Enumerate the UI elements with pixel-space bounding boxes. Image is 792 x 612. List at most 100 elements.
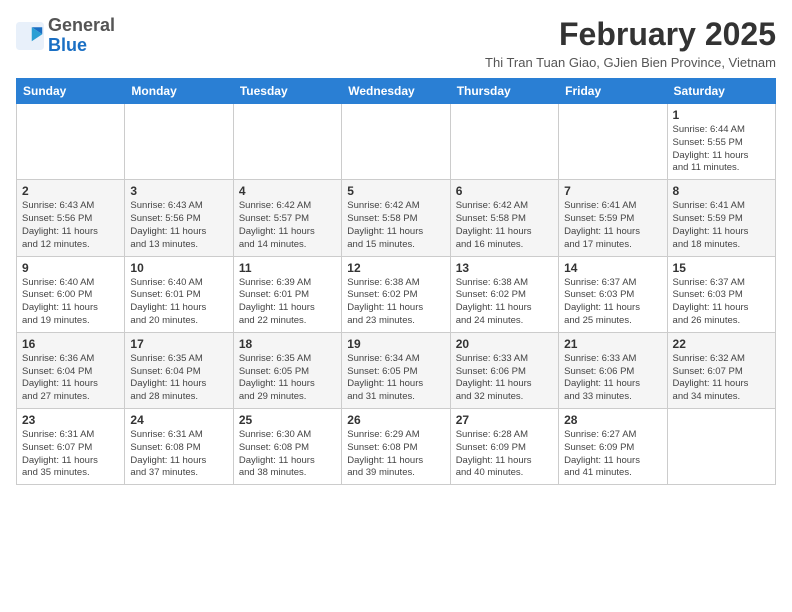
calendar-cell: 12Sunrise: 6:38 AM Sunset: 6:02 PM Dayli… bbox=[342, 256, 450, 332]
day-info: Sunrise: 6:28 AM Sunset: 6:09 PM Dayligh… bbox=[456, 429, 553, 480]
calendar-cell: 8 Sunrise: 6:41 AM Sunset: 5:59 PM Daylig… bbox=[667, 180, 775, 256]
day-info: Sunrise: 6:33 AM Sunset: 6:06 PM Dayligh… bbox=[456, 353, 553, 404]
calendar-week-2: 2 Sunrise: 6:43 AM Sunset: 5:56 PM Daylig… bbox=[17, 180, 776, 256]
calendar-week-1: 1 Sunrise: 6:44 AM Sunset: 5:55 PM Daylig… bbox=[17, 104, 776, 180]
day-info: Sunrise: 6:32 AM Sunset: 6:07 PM Dayligh… bbox=[673, 353, 770, 404]
calendar-cell: 6 Sunrise: 6:42 AM Sunset: 5:58 PM Daylig… bbox=[450, 180, 558, 256]
calendar-cell: 18 Sunrise: 6:35 AM Sunset: 6:05 PM Dayli… bbox=[233, 332, 341, 408]
calendar-cell: 21Sunrise: 6:33 AM Sunset: 6:06 PM Dayli… bbox=[559, 332, 667, 408]
calendar-cell: 7 Sunrise: 6:41 AM Sunset: 5:59 PM Daylig… bbox=[559, 180, 667, 256]
day-info: Sunrise: 6:42 AM Sunset: 5:57 PM Dayligh… bbox=[239, 200, 336, 251]
weekday-thursday: Thursday bbox=[450, 79, 558, 104]
calendar-cell: 5 Sunrise: 6:42 AM Sunset: 5:58 PM Daylig… bbox=[342, 180, 450, 256]
day-info: Sunrise: 6:44 AM Sunset: 5:55 PM Dayligh… bbox=[673, 124, 770, 175]
weekday-friday: Friday bbox=[559, 79, 667, 104]
calendar-week-5: 23 Sunrise: 6:31 AM Sunset: 6:07 PM Dayli… bbox=[17, 409, 776, 485]
logo: General Blue bbox=[16, 16, 115, 56]
day-number: 11 bbox=[239, 261, 336, 275]
day-info: Sunrise: 6:31 AM Sunset: 6:08 PM Dayligh… bbox=[130, 429, 227, 480]
calendar-cell: 4 Sunrise: 6:42 AM Sunset: 5:57 PM Daylig… bbox=[233, 180, 341, 256]
day-info: Sunrise: 6:34 AM Sunset: 6:05 PM Dayligh… bbox=[347, 353, 444, 404]
day-info: Sunrise: 6:43 AM Sunset: 5:56 PM Dayligh… bbox=[130, 200, 227, 251]
day-number: 18 bbox=[239, 337, 336, 351]
day-number: 8 bbox=[673, 184, 770, 198]
day-number: 2 bbox=[22, 184, 119, 198]
day-number: 6 bbox=[456, 184, 553, 198]
calendar-cell bbox=[667, 409, 775, 485]
day-info: Sunrise: 6:41 AM Sunset: 5:59 PM Dayligh… bbox=[564, 200, 661, 251]
calendar-cell bbox=[450, 104, 558, 180]
day-info: Sunrise: 6:37 AM Sunset: 6:03 PM Dayligh… bbox=[564, 277, 661, 328]
calendar-header: SundayMondayTuesdayWednesdayThursdayFrid… bbox=[17, 79, 776, 104]
calendar-cell: 17 Sunrise: 6:35 AM Sunset: 6:04 PM Dayli… bbox=[125, 332, 233, 408]
day-number: 1 bbox=[673, 108, 770, 122]
day-number: 24 bbox=[130, 413, 227, 427]
calendar-cell: 28 Sunrise: 6:27 AM Sunset: 6:09 PM Dayli… bbox=[559, 409, 667, 485]
day-info: Sunrise: 6:36 AM Sunset: 6:04 PM Dayligh… bbox=[22, 353, 119, 404]
calendar-body: 1 Sunrise: 6:44 AM Sunset: 5:55 PM Daylig… bbox=[17, 104, 776, 485]
calendar-cell: 11 Sunrise: 6:39 AM Sunset: 6:01 PM Dayli… bbox=[233, 256, 341, 332]
page-header: General Blue February 2025 Thi Tran Tuan… bbox=[16, 16, 776, 70]
day-info: Sunrise: 6:38 AM Sunset: 6:02 PM Dayligh… bbox=[456, 277, 553, 328]
weekday-sunday: Sunday bbox=[17, 79, 125, 104]
day-number: 4 bbox=[239, 184, 336, 198]
day-info: Sunrise: 6:38 AM Sunset: 6:02 PM Dayligh… bbox=[347, 277, 444, 328]
day-number: 16 bbox=[22, 337, 119, 351]
day-number: 26 bbox=[347, 413, 444, 427]
day-info: Sunrise: 6:37 AM Sunset: 6:03 PM Dayligh… bbox=[673, 277, 770, 328]
calendar-cell: 20 Sunrise: 6:33 AM Sunset: 6:06 PM Dayli… bbox=[450, 332, 558, 408]
calendar-cell bbox=[559, 104, 667, 180]
weekday-tuesday: Tuesday bbox=[233, 79, 341, 104]
weekday-header-row: SundayMondayTuesdayWednesdayThursdayFrid… bbox=[17, 79, 776, 104]
day-number: 25 bbox=[239, 413, 336, 427]
calendar-cell bbox=[17, 104, 125, 180]
day-info: Sunrise: 6:40 AM Sunset: 6:01 PM Dayligh… bbox=[130, 277, 227, 328]
calendar-table: SundayMondayTuesdayWednesdayThursdayFrid… bbox=[16, 78, 776, 485]
day-info: Sunrise: 6:42 AM Sunset: 5:58 PM Dayligh… bbox=[456, 200, 553, 251]
day-number: 20 bbox=[456, 337, 553, 351]
calendar-cell: 14 Sunrise: 6:37 AM Sunset: 6:03 PM Dayli… bbox=[559, 256, 667, 332]
calendar-cell: 1 Sunrise: 6:44 AM Sunset: 5:55 PM Daylig… bbox=[667, 104, 775, 180]
day-number: 23 bbox=[22, 413, 119, 427]
day-info: Sunrise: 6:43 AM Sunset: 5:56 PM Dayligh… bbox=[22, 200, 119, 251]
day-info: Sunrise: 6:35 AM Sunset: 6:04 PM Dayligh… bbox=[130, 353, 227, 404]
day-info: Sunrise: 6:29 AM Sunset: 6:08 PM Dayligh… bbox=[347, 429, 444, 480]
calendar-cell: 22 Sunrise: 6:32 AM Sunset: 6:07 PM Dayli… bbox=[667, 332, 775, 408]
calendar-cell: 23 Sunrise: 6:31 AM Sunset: 6:07 PM Dayli… bbox=[17, 409, 125, 485]
calendar-cell bbox=[342, 104, 450, 180]
logo-general-text: General bbox=[48, 15, 115, 35]
day-info: Sunrise: 6:41 AM Sunset: 5:59 PM Dayligh… bbox=[673, 200, 770, 251]
calendar-cell: 25 Sunrise: 6:30 AM Sunset: 6:08 PM Dayli… bbox=[233, 409, 341, 485]
calendar-cell: 26 Sunrise: 6:29 AM Sunset: 6:08 PM Dayli… bbox=[342, 409, 450, 485]
day-number: 13 bbox=[456, 261, 553, 275]
weekday-wednesday: Wednesday bbox=[342, 79, 450, 104]
day-number: 5 bbox=[347, 184, 444, 198]
calendar-cell: 2 Sunrise: 6:43 AM Sunset: 5:56 PM Daylig… bbox=[17, 180, 125, 256]
day-number: 22 bbox=[673, 337, 770, 351]
calendar-cell: 16 Sunrise: 6:36 AM Sunset: 6:04 PM Dayli… bbox=[17, 332, 125, 408]
day-info: Sunrise: 6:27 AM Sunset: 6:09 PM Dayligh… bbox=[564, 429, 661, 480]
day-info: Sunrise: 6:40 AM Sunset: 6:00 PM Dayligh… bbox=[22, 277, 119, 328]
day-info: Sunrise: 6:33 AM Sunset: 6:06 PM Dayligh… bbox=[564, 353, 661, 404]
day-number: 14 bbox=[564, 261, 661, 275]
day-info: Sunrise: 6:30 AM Sunset: 6:08 PM Dayligh… bbox=[239, 429, 336, 480]
logo-blue-text: Blue bbox=[48, 35, 87, 55]
weekday-monday: Monday bbox=[125, 79, 233, 104]
day-number: 28 bbox=[564, 413, 661, 427]
day-number: 19 bbox=[347, 337, 444, 351]
calendar-cell: 3 Sunrise: 6:43 AM Sunset: 5:56 PM Daylig… bbox=[125, 180, 233, 256]
day-number: 10 bbox=[130, 261, 227, 275]
calendar-cell: 27Sunrise: 6:28 AM Sunset: 6:09 PM Dayli… bbox=[450, 409, 558, 485]
day-info: Sunrise: 6:35 AM Sunset: 6:05 PM Dayligh… bbox=[239, 353, 336, 404]
month-year-title: February 2025 bbox=[485, 16, 776, 53]
calendar-week-3: 9Sunrise: 6:40 AM Sunset: 6:00 PM Daylig… bbox=[17, 256, 776, 332]
day-info: Sunrise: 6:31 AM Sunset: 6:07 PM Dayligh… bbox=[22, 429, 119, 480]
weekday-saturday: Saturday bbox=[667, 79, 775, 104]
day-info: Sunrise: 6:42 AM Sunset: 5:58 PM Dayligh… bbox=[347, 200, 444, 251]
calendar-cell: 13 Sunrise: 6:38 AM Sunset: 6:02 PM Dayli… bbox=[450, 256, 558, 332]
day-number: 17 bbox=[130, 337, 227, 351]
day-number: 3 bbox=[130, 184, 227, 198]
day-number: 7 bbox=[564, 184, 661, 198]
day-info: Sunrise: 6:39 AM Sunset: 6:01 PM Dayligh… bbox=[239, 277, 336, 328]
logo-icon bbox=[16, 22, 44, 50]
